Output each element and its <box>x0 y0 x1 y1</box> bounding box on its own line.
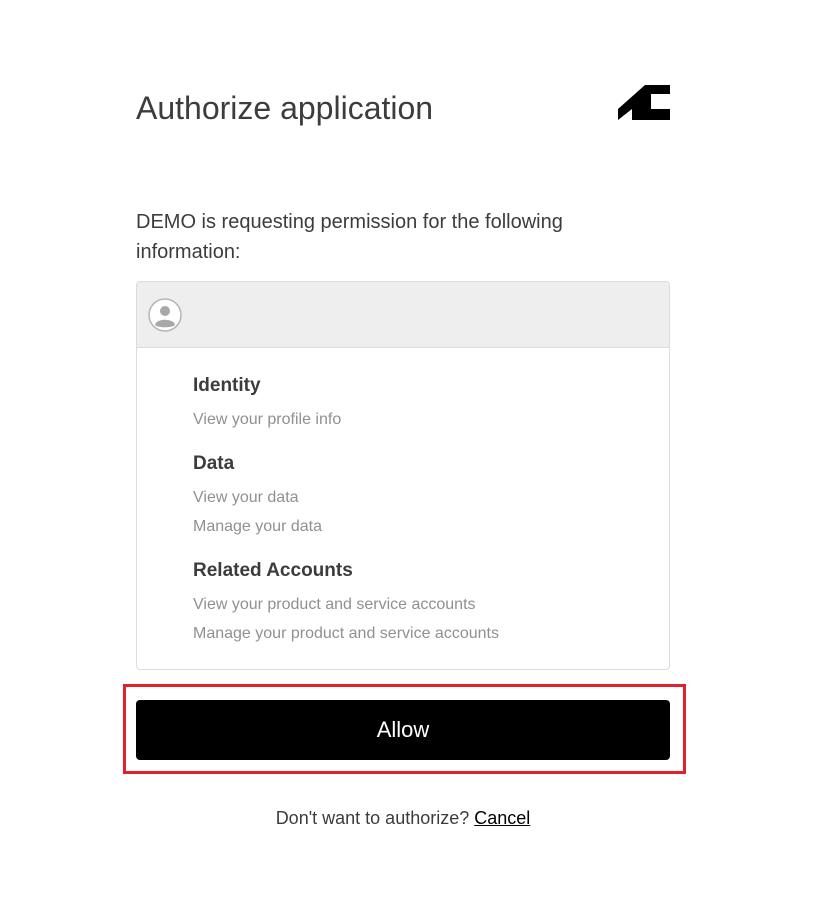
permission-item: Manage your data <box>193 518 322 535</box>
authorize-page: Authorize application DEMO is requesting… <box>0 0 819 917</box>
page-title: Authorize application <box>136 90 434 126</box>
permission-group-identity: Identity View your profile info <box>193 374 669 434</box>
permission-group-title: Identity <box>193 375 261 396</box>
user-avatar-icon <box>148 298 182 332</box>
cancel-link[interactable]: Cancel <box>474 808 530 828</box>
cancel-footer: Don't want to authorize? Cancel <box>136 806 670 830</box>
allow-button[interactable]: Allow <box>136 700 670 760</box>
permissions-card: Identity View your profile info Data Vie… <box>136 281 670 670</box>
permission-request-text: DEMO is requesting permission for the fo… <box>136 211 563 263</box>
cancel-prompt-text: Don't want to authorize? <box>275 808 470 828</box>
permission-item: View your data <box>193 489 299 506</box>
permission-group-title: Data <box>193 453 235 474</box>
autodesk-logo-icon <box>618 85 670 120</box>
permissions-list: Identity View your profile info Data Vie… <box>137 348 669 648</box>
permission-group-title: Related Accounts <box>193 560 353 581</box>
permission-group-related-accounts: Related Accounts View your product and s… <box>193 559 669 648</box>
account-header <box>137 282 669 348</box>
permission-item: View your product and service accounts <box>193 596 476 613</box>
permission-item: View your profile info <box>193 411 342 428</box>
permission-item: Manage your product and service accounts <box>193 625 499 642</box>
permission-group-data: Data View your data Manage your data <box>193 452 669 541</box>
